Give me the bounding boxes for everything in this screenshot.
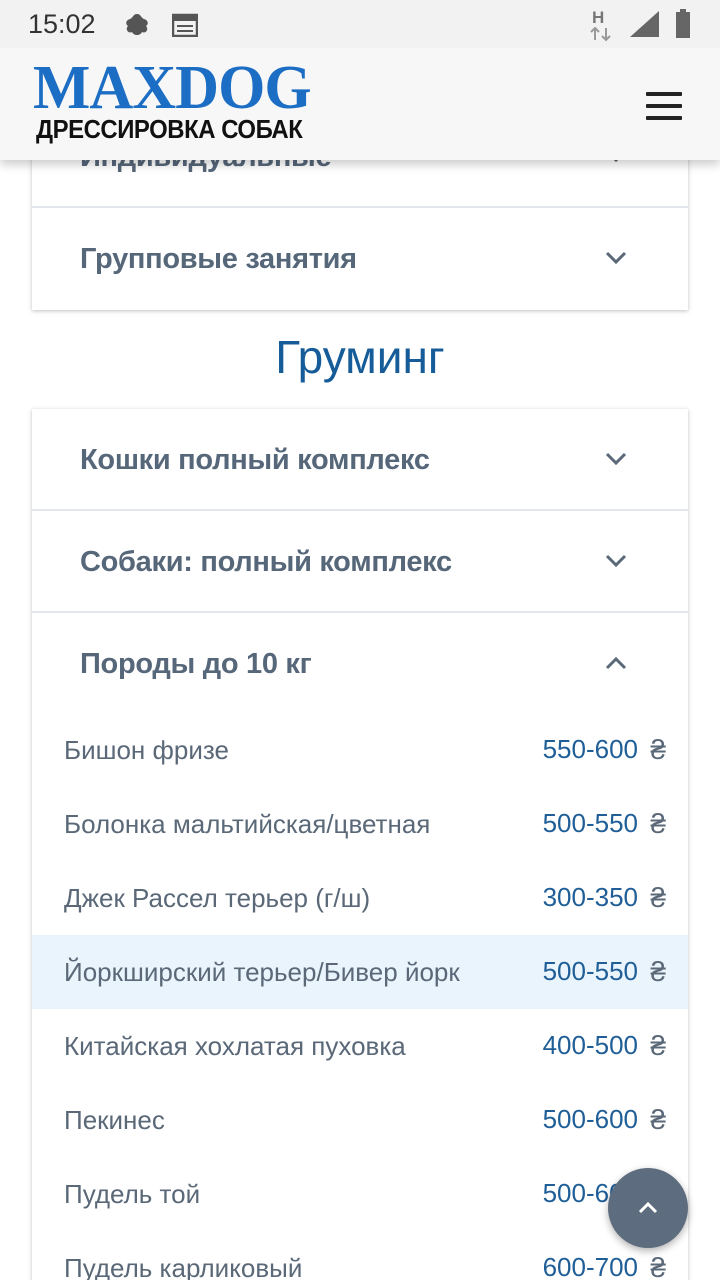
breed-name: Пудель карликовый (64, 1253, 303, 1280)
accordion-item-label: Собаки: полный комплекс (80, 546, 452, 578)
price-row: Пудель карликовый 600-700 ₴ (32, 1231, 688, 1280)
status-time: 15:02 (28, 9, 96, 39)
accordion-item-label: Групповые занятия (80, 243, 357, 275)
breed-name: Бишон фризе (64, 735, 229, 765)
section-title-grooming: Груминг (275, 331, 445, 383)
price-row: Болонка мальтийская/цветная 500-550 ₴ (32, 787, 688, 861)
currency-sign: ₴ (650, 956, 666, 987)
breed-name: Йоркширский терьер/Бивер йорк (64, 957, 460, 987)
price-value: 300-350 (542, 882, 638, 912)
chevron-down-icon (605, 452, 627, 466)
accordion-item-breeds-under-10kg[interactable]: Породы до 10 кг (32, 613, 688, 713)
calendar-icon (171, 13, 199, 42)
accordion-item-cats[interactable]: Кошки полный комплекс (32, 409, 688, 511)
chevron-down-icon (605, 554, 627, 568)
logo-subtitle: ДРЕССИРОВКА СОБАК (36, 114, 303, 144)
currency-sign: ₴ (650, 808, 666, 839)
price-row: Пудель той 500-600 ₴ (32, 1157, 688, 1231)
breed-name: Китайская хохлатая пуховка (64, 1031, 406, 1061)
page-content: Индивидуальные Групповые занятия Груминг… (0, 0, 720, 1280)
price-row: Джек Рассел терьер (г/ш) 300-350 ₴ (32, 861, 688, 935)
chevron-up-icon (605, 656, 627, 670)
currency-sign: ₴ (650, 1104, 666, 1135)
app-notification-icon (122, 11, 152, 44)
price-row: Бишон фризе 550-600 ₴ (32, 713, 688, 787)
battery-icon (675, 9, 691, 44)
accordion-item-label: Породы до 10 кг (80, 648, 312, 680)
status-bar: 15:02 H (0, 0, 720, 48)
grooming-accordion: Кошки полный комплекс Собаки: полный ком… (32, 409, 688, 1280)
scroll-to-top-button[interactable] (608, 1168, 688, 1248)
site-header: MAXDOG ДРЕССИРОВКА СОБАК (0, 48, 720, 160)
currency-sign: ₴ (650, 1030, 666, 1061)
chevron-down-icon (605, 251, 627, 265)
breed-name: Пудель той (64, 1179, 201, 1209)
logo-title[interactable]: MAXDOG (33, 56, 312, 120)
signal-icon (628, 10, 660, 43)
price-list: Бишон фризе 550-600 ₴ Болонка мальтийска… (32, 713, 688, 1280)
accordion-item-label: Кошки полный комплекс (80, 444, 430, 476)
price-value: 500-550 (542, 956, 638, 986)
price-row: Китайская хохлатая пуховка 400-500 ₴ (32, 1009, 688, 1083)
breed-name: Джек Рассел терьер (г/ш) (64, 883, 371, 913)
price-value: 400-500 (542, 1030, 638, 1060)
chevron-up-icon (638, 1201, 658, 1214)
price-row: Пекинес 500-600 ₴ (32, 1083, 688, 1157)
accordion-item-dogs[interactable]: Собаки: полный комплекс (32, 511, 688, 613)
price-row-highlighted: Йоркширский терьер/Бивер йорк 500-550 ₴ (32, 935, 688, 1009)
price-value: 550-600 (542, 734, 638, 764)
breed-name: Болонка мальтийская/цветная (64, 809, 431, 839)
currency-sign: ₴ (650, 734, 666, 765)
currency-sign: ₴ (650, 882, 666, 913)
price-value: 500-600 (542, 1104, 638, 1134)
price-value: 500-550 (542, 808, 638, 838)
hamburger-menu-icon[interactable] (646, 92, 682, 120)
breed-name: Пекинес (64, 1105, 165, 1135)
accordion-item-group[interactable]: Групповые занятия (32, 208, 688, 310)
